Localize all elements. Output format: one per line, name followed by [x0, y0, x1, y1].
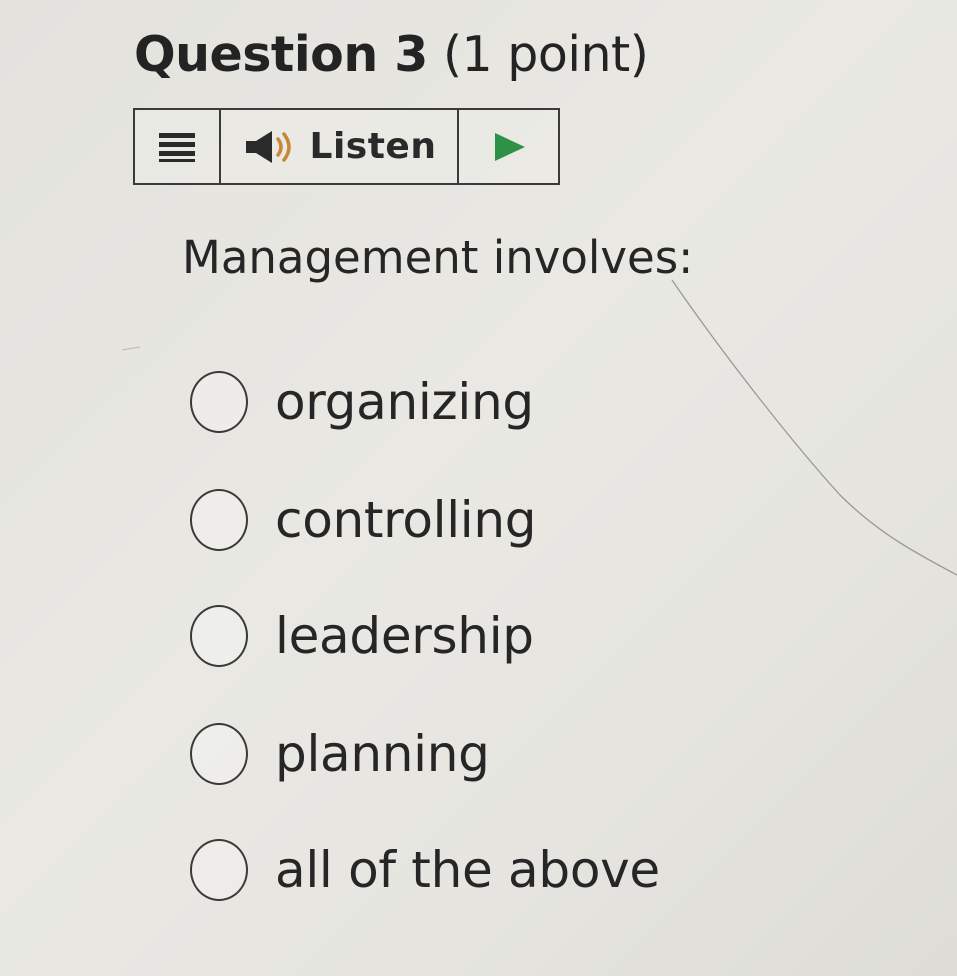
option-label: organizing — [275, 373, 534, 431]
option-planning[interactable]: planning — [190, 722, 490, 786]
speaker-icon — [245, 130, 291, 163]
option-controlling[interactable]: controlling — [190, 488, 537, 552]
listen-menu-button[interactable] — [135, 110, 221, 183]
question-prompt: Management involves: — [182, 231, 694, 284]
option-all-of-the-above[interactable]: all of the above — [190, 838, 660, 902]
quiz-page: Question 3 (1 point) Listen Management i… — [0, 0, 957, 976]
listen-label: Listen — [309, 126, 437, 167]
question-number: Question 3 — [134, 26, 428, 83]
play-icon — [494, 132, 525, 161]
option-label: planning — [275, 725, 490, 783]
play-button[interactable] — [459, 110, 558, 183]
radio-button[interactable] — [190, 605, 248, 667]
option-organizing[interactable]: organizing — [190, 370, 534, 434]
listen-button[interactable]: Listen — [221, 110, 459, 183]
radio-button[interactable] — [190, 489, 248, 551]
question-points: (1 point) — [442, 26, 649, 83]
question-title: Question 3 (1 point) — [134, 22, 649, 88]
option-label: all of the above — [275, 841, 660, 899]
hamburger-menu-icon — [159, 132, 195, 162]
radio-button[interactable] — [190, 723, 248, 785]
option-leadership[interactable]: leadership — [190, 604, 534, 668]
radio-button[interactable] — [190, 839, 248, 901]
option-label: controlling — [275, 491, 537, 549]
listen-toolbar: Listen — [133, 108, 560, 185]
radio-button[interactable] — [190, 371, 248, 433]
option-label: leadership — [275, 607, 534, 665]
